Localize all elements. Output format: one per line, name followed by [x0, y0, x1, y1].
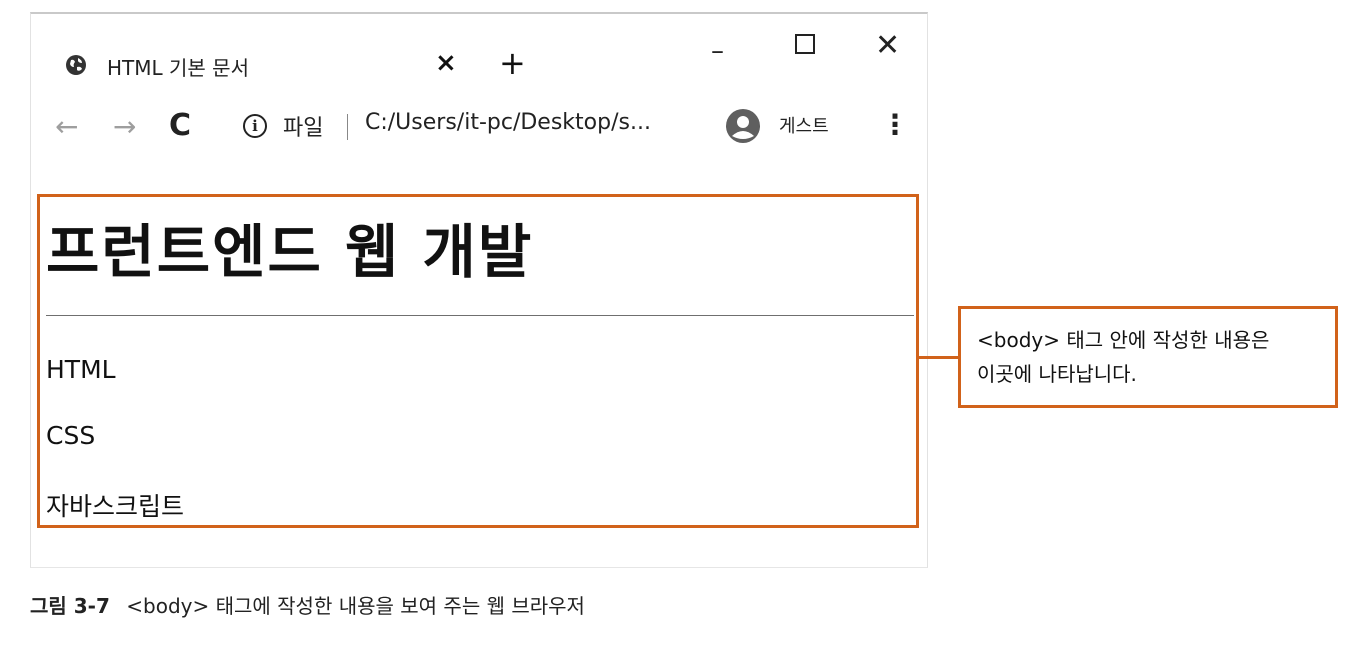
- address-scheme-label[interactable]: 파일: [283, 110, 323, 142]
- figure-caption: 그림 3-7 <body> 태그에 작성한 내용을 보여 주는 웹 브라우저: [30, 590, 585, 619]
- forward-icon[interactable]: →: [113, 110, 136, 143]
- list-item: CSS: [46, 421, 96, 450]
- more-vertical-icon[interactable]: ⋮: [881, 108, 909, 141]
- callout-connector: [918, 356, 960, 359]
- new-tab-icon[interactable]: +: [499, 44, 526, 82]
- profile-label[interactable]: 게스트: [779, 112, 829, 138]
- address-bar[interactable]: C:/Users/it-pc/Desktop/s...: [365, 110, 651, 135]
- callout-line: 이곳에 나타납니다.: [977, 362, 1137, 386]
- browser-toolbar: ← → C i 파일 C:/Users/it-pc/Desktop/s... 게…: [31, 106, 927, 166]
- callout-line: <body> 태그 안에 작성한 내용은: [977, 328, 1270, 352]
- figure-number: 그림 3-7: [30, 594, 110, 618]
- maximize-icon[interactable]: [795, 34, 815, 54]
- globe-icon: [66, 55, 86, 75]
- window-close-icon[interactable]: ✕: [875, 28, 900, 63]
- page-heading: 프런트엔드 웹 개발: [46, 218, 534, 286]
- callout-box: <body> 태그 안에 작성한 내용은 이곳에 나타납니다.: [958, 306, 1338, 408]
- avatar-icon[interactable]: [725, 108, 761, 144]
- tab-strip: HTML 기본 문서 × + – ✕: [31, 14, 927, 106]
- page-body-highlight: 프런트엔드 웹 개발 HTML CSS 자바스크립트: [37, 194, 919, 528]
- figure-caption-text: <body> 태그에 작성한 내용을 보여 주는 웹 브라우저: [126, 594, 585, 618]
- tab-title[interactable]: HTML 기본 문서: [107, 52, 249, 81]
- info-icon[interactable]: i: [243, 114, 267, 138]
- back-icon[interactable]: ←: [55, 110, 78, 143]
- list-item: 자바스크립트: [46, 492, 185, 521]
- minimize-icon[interactable]: –: [711, 36, 724, 66]
- browser-window: HTML 기본 문서 × + – ✕ ← → C i 파일 C:/Users/i…: [30, 12, 928, 568]
- close-tab-icon[interactable]: ×: [435, 48, 457, 78]
- list-item: HTML: [46, 355, 116, 384]
- horizontal-rule: [46, 315, 914, 316]
- address-separator: [347, 114, 348, 140]
- reload-icon[interactable]: C: [169, 108, 191, 143]
